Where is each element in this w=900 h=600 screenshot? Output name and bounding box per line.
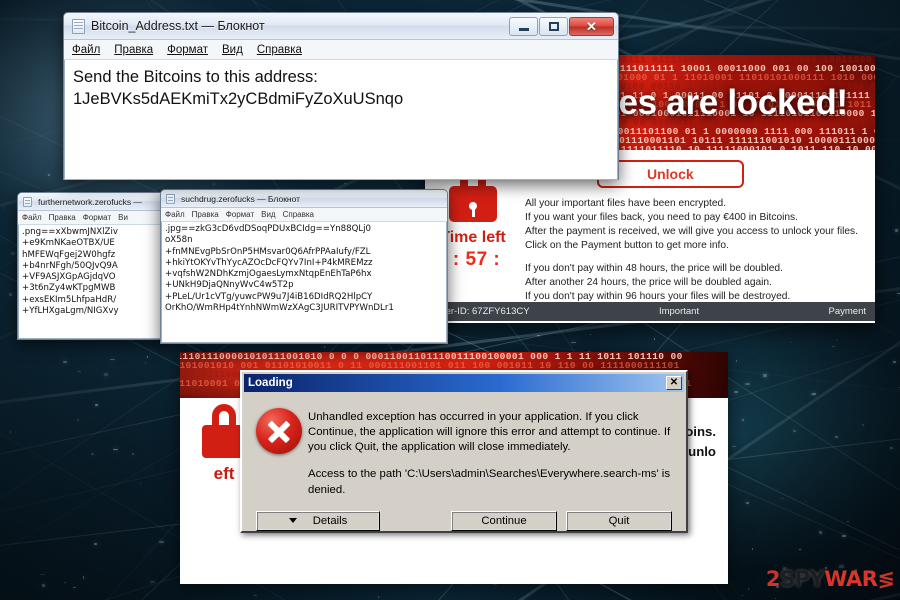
error-dialog[interactable]: Loading ✕ Unhandled exception has occurr… [240,370,688,533]
bitcoin-instruction-line: Send the Bitcoins to this address: [73,68,318,86]
window-title: Bitcoin_Address.txt — Блокнот [91,19,265,33]
menu-item-edit[interactable]: Правка [49,213,76,222]
menu-bar[interactable]: Файл Правка Формат Ви [18,211,168,225]
dialog-button-row: Details Continue Quit [242,498,686,543]
watermark-part-3: WAR [824,567,878,591]
error-x-icon [256,408,308,498]
titlebar[interactable]: suchdrug.zerofucks — Блокнот [161,190,447,208]
titlebar[interactable]: Bitcoin_Address.txt — Блокнот ✕ [64,13,618,40]
window-title: furthernetwork.zerofucks — [38,196,142,207]
dialog-titlebar[interactable]: Loading ✕ [244,374,684,392]
text-area[interactable]: Send the Bitcoins to this address: 1JeBV… [64,60,618,180]
window-controls: ✕ [509,16,614,36]
time-left-label: Time left [440,229,506,246]
menu-bar[interactable]: Файл Правка Формат Вид Справка [161,208,447,222]
ransom-body-line: After the payment is received, we will g… [525,226,858,238]
continue-button[interactable]: Continue [451,510,557,531]
ransom-body-line: All your important files have been encry… [525,198,727,209]
ransom-warning-line: If you don't pay within 48 hours, the pr… [525,263,783,275]
dialog-body: Unhandled exception has occurred in your… [242,394,686,498]
menu-item-help[interactable]: Справка [257,44,302,56]
menu-item-file[interactable]: Файл [165,210,185,219]
close-button[interactable]: ✕ [569,16,614,36]
ransom-warning-line: After another 24 hours, the price will b… [525,277,772,289]
details-button[interactable]: Details [256,510,380,531]
dialog-paragraph-1: Unhandled exception has occurred in your… [308,411,671,454]
ransom-body-text: All your important files have been encry… [525,197,863,305]
watermark-part-4: ≶ [877,567,895,591]
watermark-part-1: 2 [765,567,781,591]
menu-item-view[interactable]: Вид [261,210,275,219]
watermark-2spyware: 2SPYWAR≶ [765,567,895,591]
minimize-button[interactable] [509,16,538,36]
menu-item-format[interactable]: Формат [167,44,208,56]
menu-item-help[interactable]: Справка [283,210,314,219]
dialog-title: Loading [248,377,293,389]
ransom-body-line: If you want your files back, you need to… [525,212,798,224]
menu-item-file[interactable]: Файл [22,213,42,222]
unlock-button[interactable]: Unlock [597,160,744,188]
menu-item-edit[interactable]: Правка [114,44,153,56]
important-button[interactable]: Important [530,306,829,317]
notepad-icon [166,193,175,204]
notepad-window-suchdrug[interactable]: suchdrug.zerofucks — Блокнот Файл Правка… [160,189,448,344]
menu-item-file[interactable]: Файл [72,44,100,56]
close-icon[interactable]: ✕ [666,376,682,390]
menu-item-edit[interactable]: Правка [192,210,219,219]
ransom-warning-line: If you don't pay within 96 hours your fi… [525,291,791,303]
bitcoin-address-value: 1JeBVKs5dAEKmiTx2yCBdmiFyZoXuUSnqo [73,90,404,109]
ransom-body-line: Click on the Payment button to get more … [525,240,729,252]
menu-item-view[interactable]: Ви [118,213,128,222]
menu-item-view[interactable]: Вид [222,44,243,56]
watermark-part-2: SPY [780,567,825,591]
dialog-message: Unhandled exception has occurred in your… [308,408,672,498]
background-time-left-label: eft [213,464,235,483]
menu-bar[interactable]: Файл Правка Формат Вид Справка [64,40,618,60]
menu-item-format[interactable]: Формат [226,210,254,219]
user-id-label: User-ID: 67ZFY613CY [434,306,530,317]
maximize-button[interactable] [539,16,568,36]
payment-button[interactable]: Payment [829,306,867,317]
details-button-label: Details [312,514,348,527]
menu-item-format[interactable]: Формат [83,213,111,222]
titlebar[interactable]: furthernetwork.zerofucks — [18,193,168,211]
quit-button[interactable]: Quit [566,510,672,531]
chevron-down-icon [288,518,297,524]
text-area[interactable]: .jpg==zkG3cD6vdDSoqPDUxBCIdg==Yn88QLj0 o… [161,222,447,343]
notepad-icon [72,18,85,34]
notepad-window-bitcoin-address[interactable]: Bitcoin_Address.txt — Блокнот ✕ Файл Пра… [63,12,619,180]
notepad-window-furthernetwork[interactable]: furthernetwork.zerofucks — Файл Правка Ф… [17,192,169,340]
notepad-icon [23,196,32,207]
ransom-status-bar: User-ID: 67ZFY613CY Important Payment [425,302,875,321]
window-title: suchdrug.zerofucks — Блокнот [181,193,301,204]
dialog-paragraph-2: Access to the path 'C:\Users\admin\Searc… [308,468,671,496]
text-area[interactable]: .png==xXbwmJNXlZiv +e9KmNKaeOTBX/UE hMFE… [18,225,168,339]
